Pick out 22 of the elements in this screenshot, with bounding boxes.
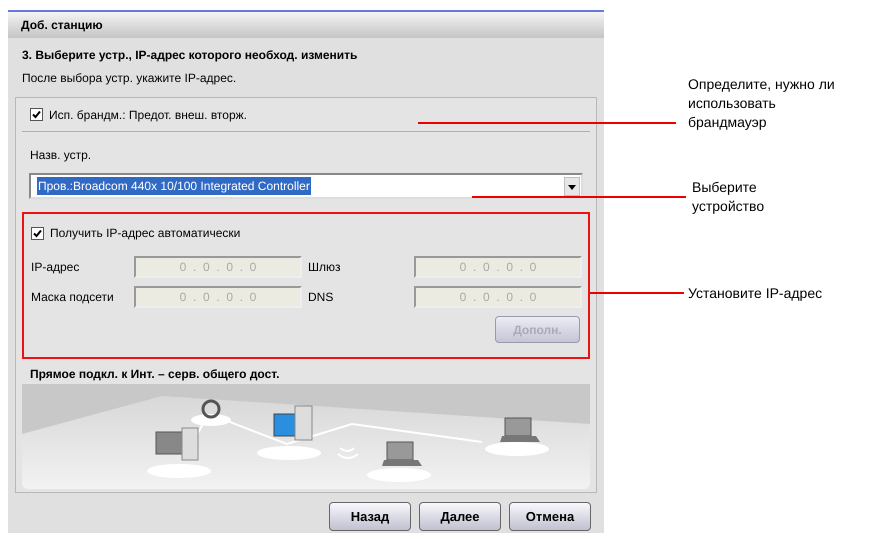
step-heading: 3. Выберите устр., IP-адрес которого необход. изменить [22,47,358,64]
field-label: Маска подсети [31,289,115,306]
field-label: Шлюз [307,259,342,276]
auto-ip-label: Получить IP-адрес автоматически [50,225,240,242]
device-dropdown[interactable]: Пров.:Broadcom 440x 10/100 Integrated Controller [29,173,583,199]
window-title: Доб. станцию [8,12,604,38]
firewall-checkbox[interactable] [30,108,43,121]
device-dropdown-value: Пров.:Broadcom 440x 10/100 Integrated Controller [37,177,311,195]
dialog-button[interactable]: Отмена [509,502,591,531]
callout-text: Выберите устройство [692,178,766,216]
dialog-button[interactable]: Далее [419,502,501,531]
field-label: DNS [307,289,334,306]
step-instruction: После выбора устр. укажите IP-адрес. [22,70,238,87]
callout-text: Установите IP-адрес [688,284,824,303]
auto-ip-checkbox[interactable] [31,226,44,240]
dialog-button[interactable]: Назад [329,502,411,531]
network-caption: Прямое подкл. к Инт. – серв. общего дост. [29,366,280,383]
firewall-label: Исп. брандм.: Предот. внеш. вторж. [49,106,247,124]
field-label: IP-адрес [31,259,80,276]
device-name-label: Назв. устр. [29,147,92,164]
callout-text: Определите, нужно ли использовать брандмауэр [688,75,836,132]
dropdown-arrow-icon[interactable] [564,176,580,196]
